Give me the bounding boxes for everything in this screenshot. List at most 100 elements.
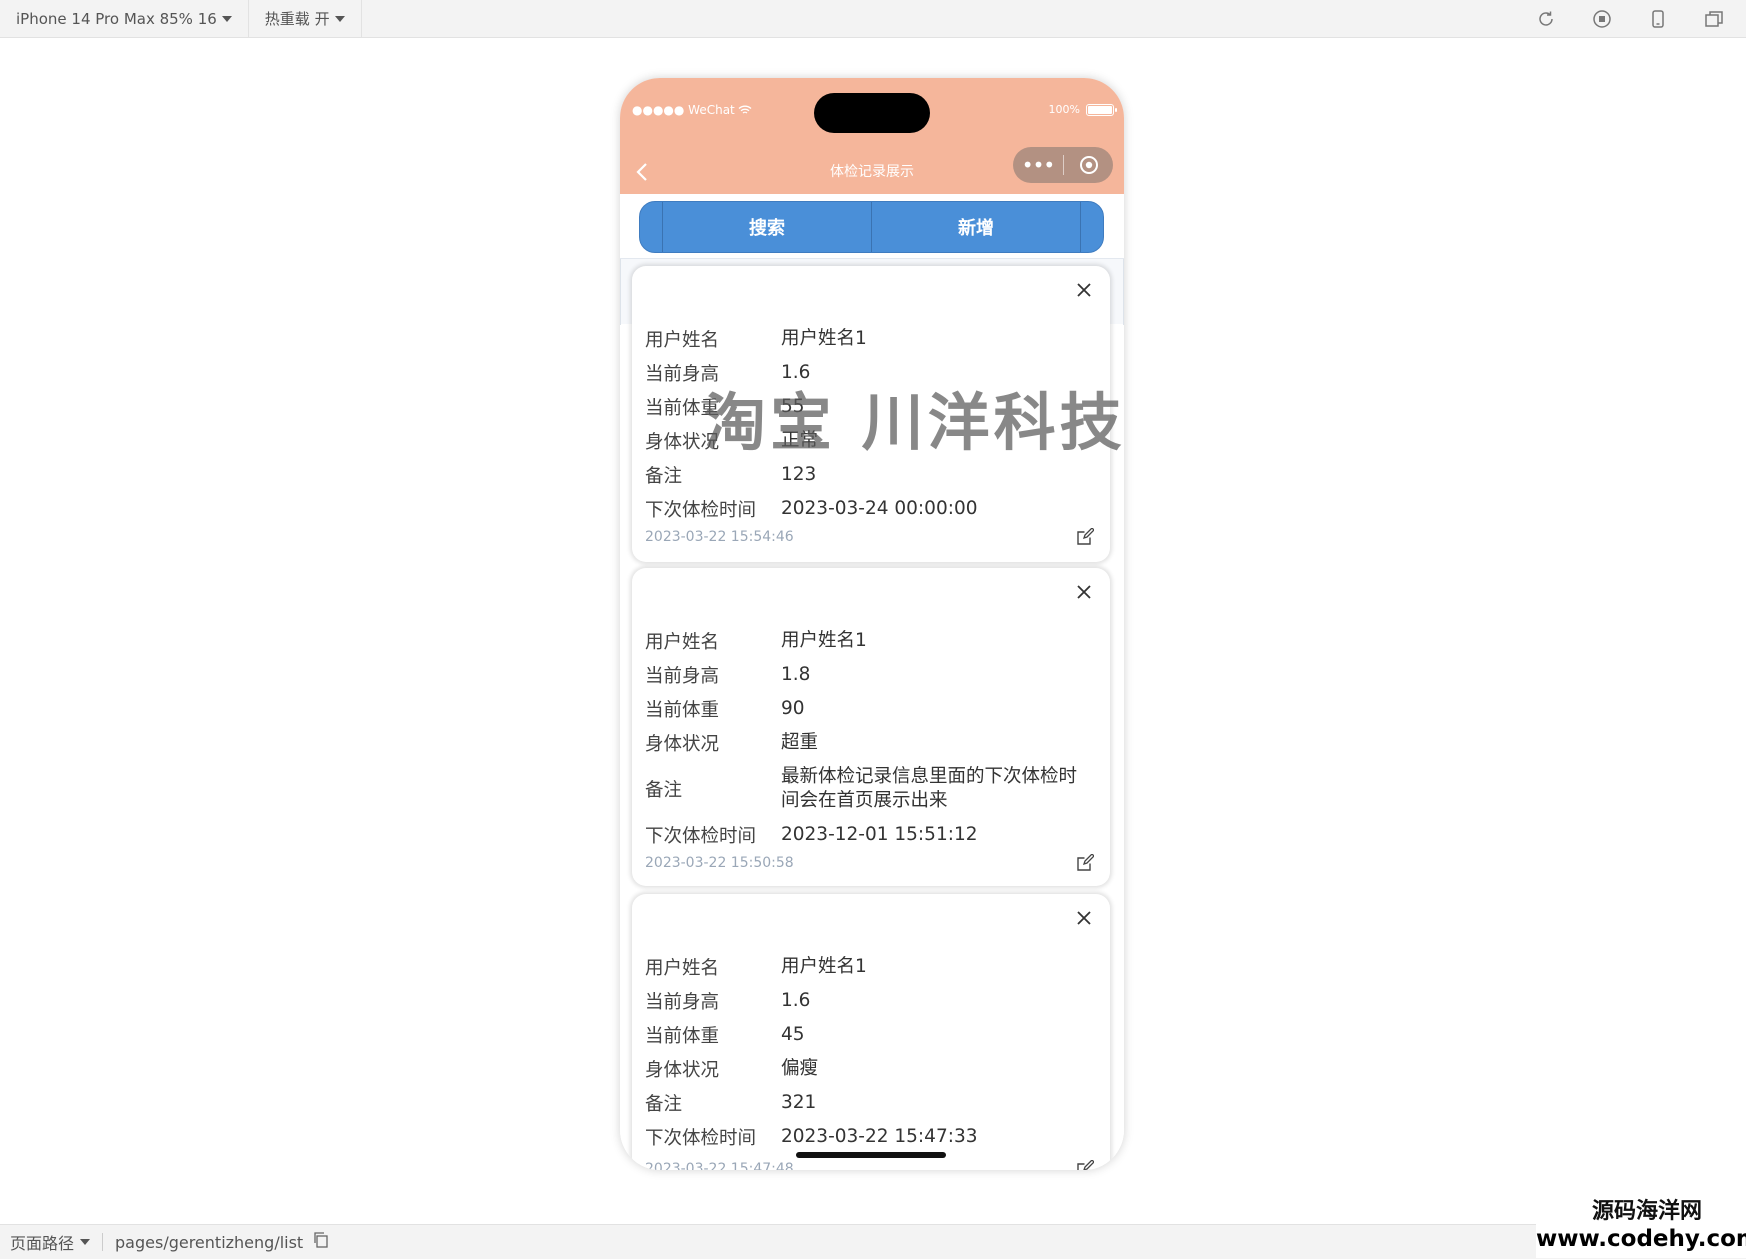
field-value: 2023-03-22 15:47:33 [781,1126,978,1147]
device-select-label: iPhone 14 Pro Max 85% 16 [16,9,217,28]
rotate-icon[interactable] [1534,7,1558,31]
battery-info: 100% [1048,103,1117,116]
button-group-edge [1080,202,1103,252]
created-time: 2023-03-22 15:50:58 [645,855,794,871]
site-name: 源码海洋网 [1591,1199,1702,1224]
field-value: 90 [781,698,805,719]
phone-icon[interactable] [1646,7,1670,31]
mini-program-capsule: ••• [1013,147,1113,183]
field-row: 当前体重 90 [645,692,1090,726]
record-icon[interactable] [1590,7,1614,31]
field-row: 用户姓名 用户姓名1 [645,950,1090,984]
created-time: 2023-03-22 15:54:46 [645,529,794,545]
field-label: 备注 [645,780,683,801]
button-group-edge [640,202,663,252]
field-row: 备注 321 [645,1086,1090,1120]
field-value: 1.8 [781,664,811,685]
edit-button[interactable] [1074,852,1096,874]
delete-button[interactable] [1072,906,1096,930]
hot-reload-label: 热重载 开 [264,10,330,28]
field-row: 当前体重 45 [645,1018,1090,1052]
phone-simulator: ●●●●● WeChat 100% 体检记录展示 ••• 搜索 新增 用户姓名 … [620,78,1124,1170]
field-row: 备注 123 [645,458,1090,492]
wifi-icon [738,105,752,114]
field-label: 身体状况 [645,1060,720,1081]
device-select[interactable]: iPhone 14 Pro Max 85% 16 [0,0,249,38]
record-card[interactable]: 用户姓名 用户姓名1 当前身高 1.8 当前体重 90 身体状况 超重 备注 最新体检记录… [632,568,1110,886]
edit-icon [1077,528,1094,545]
page-content: 搜索 新增 用户姓名 用户姓名1 当前身高 1.6 当前体重 55 身体状况 正常 备注… [620,194,1124,1170]
close-miniprogram-button[interactable] [1064,147,1113,183]
battery-percent: 100% [1048,103,1080,116]
field-value: 用户姓名1 [781,328,867,349]
close-icon [1077,283,1091,297]
site-url: www.codehy.com [1536,1226,1746,1252]
field-label: 下次体检时间 [645,1128,757,1149]
chevron-down-icon [221,15,232,22]
field-label: 用户姓名 [645,632,720,653]
more-button[interactable]: ••• [1013,147,1063,183]
hot-reload-select[interactable]: 热重载 开 [249,0,362,38]
home-indicator[interactable] [796,1152,946,1158]
carrier-info: ●●●●● WeChat [632,103,752,117]
field-row: 下次体检时间 2023-03-22 15:47:33 [645,1120,1090,1154]
field-label: 下次体检时间 [645,826,757,847]
delete-button[interactable] [1072,278,1096,302]
field-row: 下次体检时间 2023-03-24 00:00:00 [645,492,1090,526]
edit-icon [1077,854,1094,871]
simulator-status-bar: 页面路径 pages/gerentizheng/list [0,1224,1746,1259]
record-card[interactable]: 用户姓名 用户姓名1 当前身高 1.6 当前体重 45 身体状况 偏瘦 备注 321 下次… [632,894,1110,1170]
page-path-value: pages/gerentizheng/list [115,1232,304,1252]
dynamic-island [814,93,930,133]
search-button[interactable]: 搜索 [663,202,871,252]
field-value: 最新体检记录信息里面的下次体检时间会在首页展示出来 [781,766,1078,811]
field-value: 2023-12-01 15:51:12 [781,824,978,845]
field-label: 下次体检时间 [645,500,757,521]
simulator-toolbar: iPhone 14 Pro Max 85% 16 热重载 开 [0,0,1746,38]
chevron-down-icon [80,1239,91,1245]
field-label: 当前体重 [645,700,720,721]
action-button-group: 搜索 新增 [639,201,1104,253]
more-icon: ••• [1021,153,1055,177]
field-label: 身体状况 [645,734,720,755]
close-icon [1077,585,1091,599]
status-bar: ●●●●● WeChat 100% [620,78,1124,150]
field-value: 用户姓名1 [781,956,867,977]
field-label: 备注 [645,466,683,487]
field-value: 321 [781,1092,817,1113]
field-value: 偏瘦 [781,1058,819,1079]
edit-button[interactable] [1074,1158,1096,1170]
delete-button[interactable] [1072,580,1096,604]
watermark-text: 淘宝 川洋科技 [704,386,1126,459]
field-row: 身体状况 偏瘦 [645,1052,1090,1086]
field-value: 用户姓名1 [781,630,867,651]
field-row: 用户姓名 用户姓名1 [645,624,1090,658]
chevron-down-icon [334,15,345,22]
field-row: 下次体检时间 2023-12-01 15:51:12 [645,818,1090,852]
created-time: 2023-03-22 15:47:48 [645,1161,794,1170]
field-label: 备注 [645,1094,683,1115]
new-window-icon[interactable] [1702,7,1726,31]
field-row: 身体状况 超重 [645,726,1090,760]
divider [102,1233,104,1251]
page-path-select[interactable]: 页面路径 [0,1230,100,1254]
battery-icon [1086,103,1117,116]
field-label: 用户姓名 [645,330,720,351]
copy-button[interactable] [313,1232,329,1252]
edit-icon [1077,1160,1094,1170]
add-button[interactable]: 新增 [871,202,1080,252]
page-path-label: 页面路径 [10,1234,75,1253]
target-icon [1079,156,1098,174]
field-row: 当前身高 1.8 [645,658,1090,692]
copy-icon [314,1232,328,1248]
field-row: 用户姓名 用户姓名1 [645,322,1090,356]
site-watermark: 源码海洋网 www.codehy.com [1536,1198,1746,1258]
edit-button[interactable] [1074,526,1096,548]
field-value: 1.6 [781,990,811,1011]
field-value: 超重 [781,732,819,753]
close-icon [1077,911,1091,925]
carrier-label: ●●●●● WeChat [632,103,735,117]
field-label: 当前体重 [645,1026,720,1047]
field-row: 当前身高 1.6 [645,984,1090,1018]
field-label: 当前身高 [645,666,720,687]
